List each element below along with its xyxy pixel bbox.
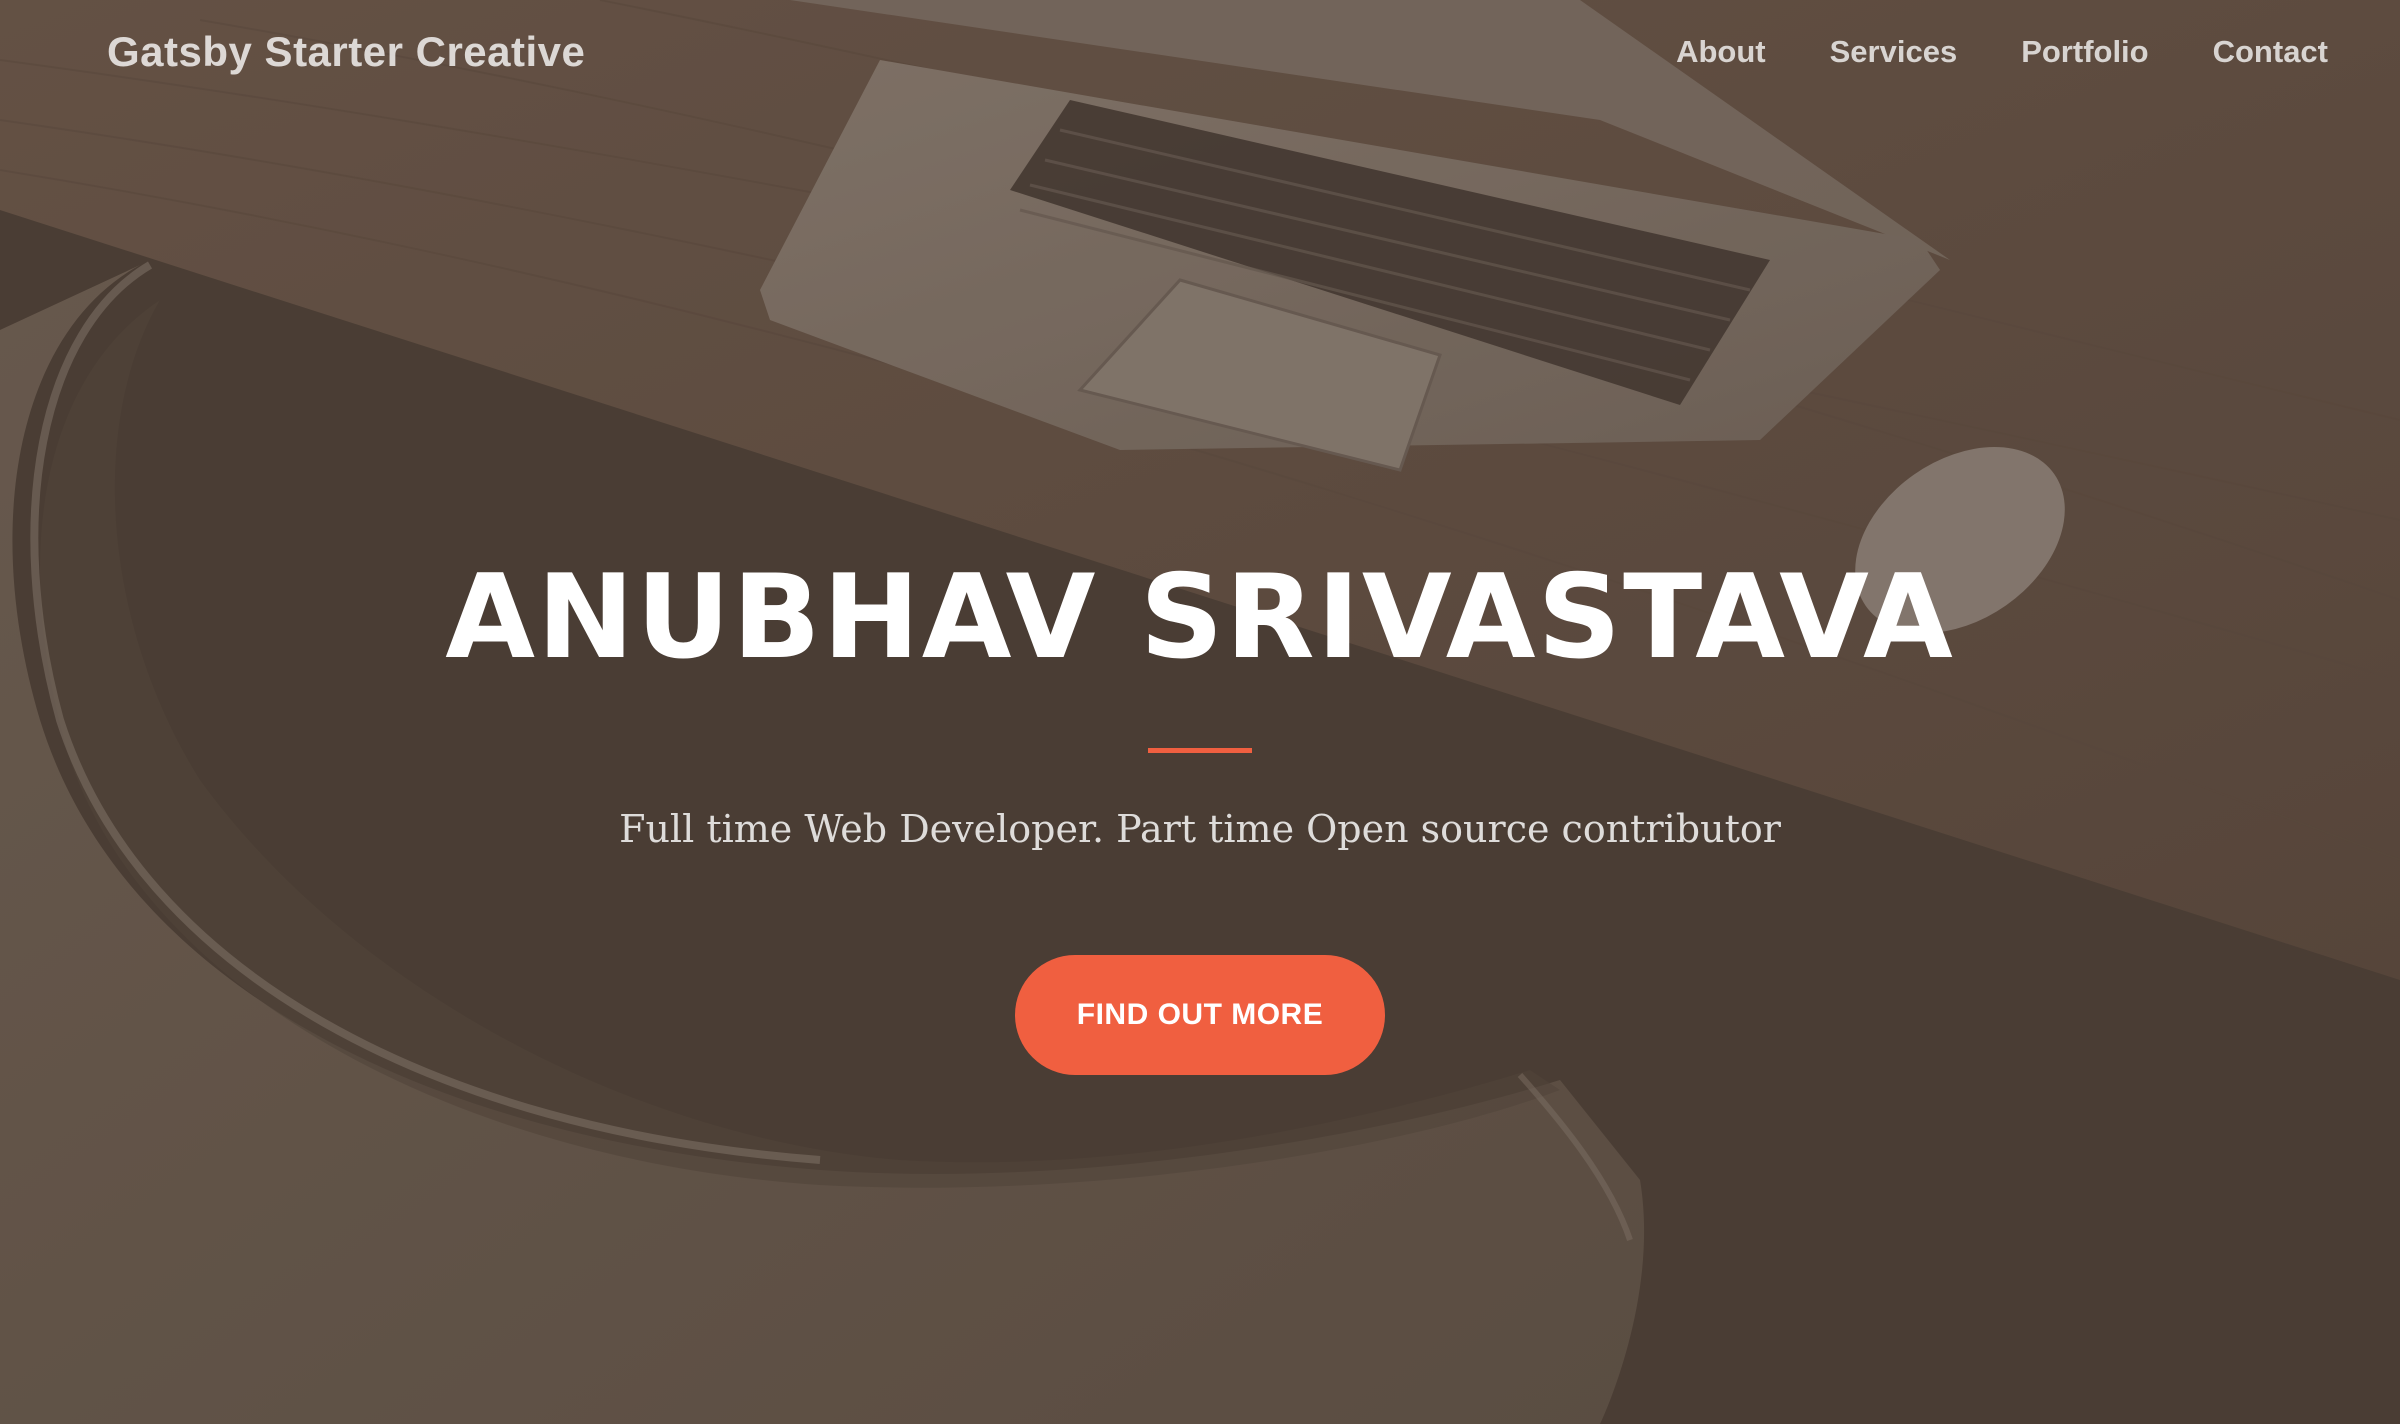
title-divider (1148, 748, 1252, 753)
nav-links: About Services Portfolio Contact (1612, 34, 2328, 70)
nav-link-contact[interactable]: Contact (2213, 34, 2328, 70)
nav-link-about[interactable]: About (1676, 34, 1766, 70)
hero-subtitle: Full time Web Developer. Part time Open … (619, 807, 1781, 851)
brand-link[interactable]: Gatsby Starter Creative (107, 28, 585, 76)
navbar: Gatsby Starter Creative About Services P… (0, 0, 2400, 110)
hero-title: ANUBHAV SRIVASTAVA (445, 550, 1955, 685)
nav-link-services[interactable]: Services (1830, 34, 1958, 70)
hero-content: ANUBHAV SRIVASTAVA Full time Web Develop… (0, 560, 2400, 1075)
hero-section: Gatsby Starter Creative About Services P… (0, 0, 2400, 1424)
find-out-more-button[interactable]: FIND OUT MORE (1015, 954, 1385, 1075)
nav-link-portfolio[interactable]: Portfolio (2021, 34, 2148, 70)
